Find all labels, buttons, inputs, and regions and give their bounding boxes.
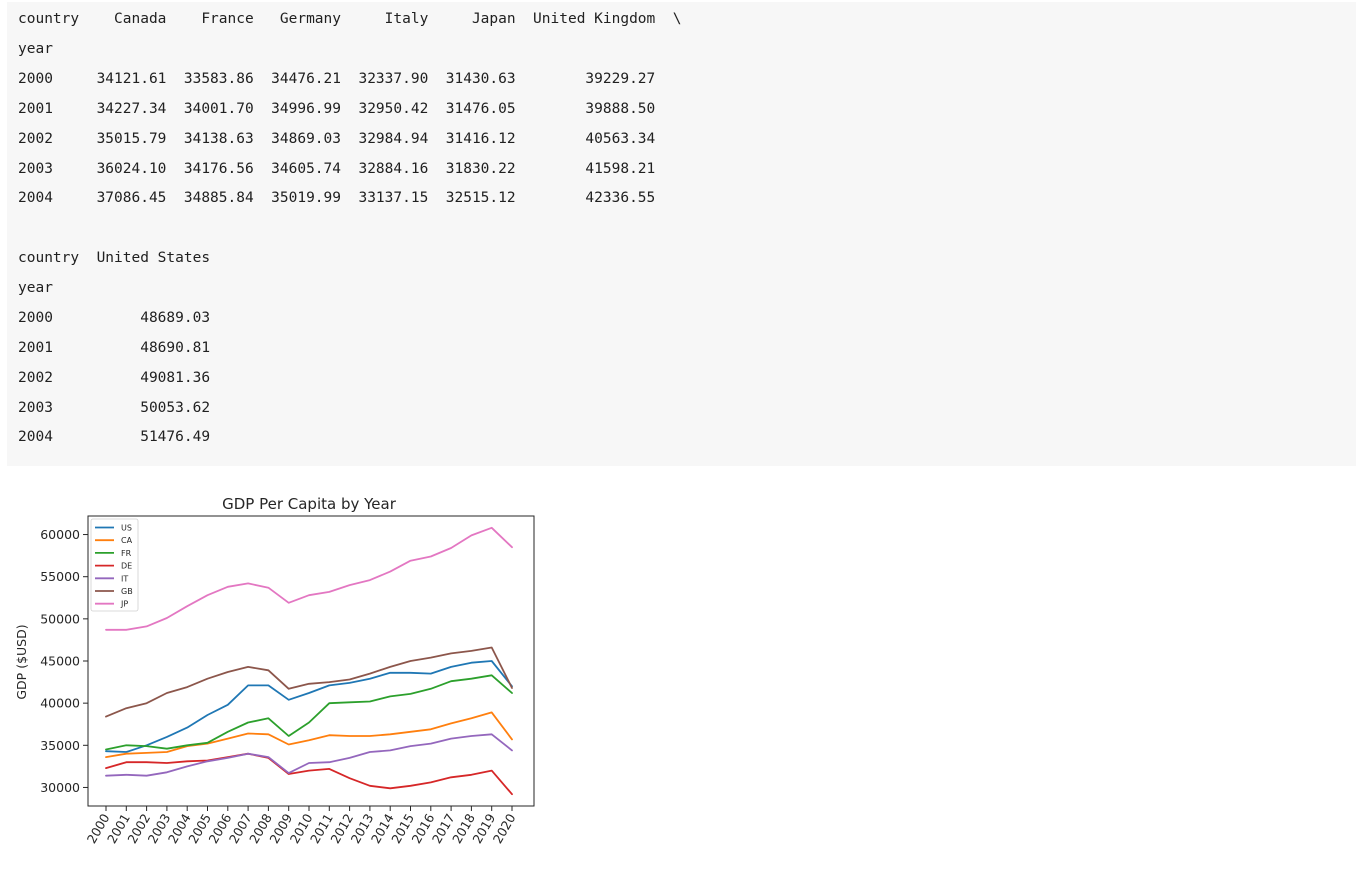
gdp-line-chart: GDP Per Capita by Year GDP ($USD) 30000 3… bbox=[14, 495, 535, 846]
output-line: year bbox=[18, 41, 53, 57]
output-line: 2001 48690.81 bbox=[18, 340, 211, 356]
legend-label: GB bbox=[121, 587, 133, 596]
output-line: country United States bbox=[18, 250, 211, 266]
output-line: 2000 34121.61 33583.86 34476.21 32337.90… bbox=[18, 71, 656, 87]
y-tick-label: 55000 bbox=[40, 569, 80, 584]
y-tick-label: 60000 bbox=[40, 527, 80, 542]
y-axis-label: GDP ($USD) bbox=[14, 624, 29, 699]
series-line-jp bbox=[105, 526, 513, 631]
series-line-ca bbox=[105, 711, 513, 759]
y-tick-label: 45000 bbox=[40, 654, 80, 669]
y-tick-label: 50000 bbox=[40, 611, 80, 626]
output-line: 2003 36024.10 34176.56 34605.74 32884.16… bbox=[18, 161, 656, 177]
legend-label: US bbox=[121, 524, 132, 533]
cell-output-text: country Canada France Germany Italy Japa… bbox=[7, 2, 1356, 466]
legend-label: JP bbox=[120, 600, 128, 609]
output-line: 2002 35015.79 34138.63 34869.03 32984.94… bbox=[18, 131, 656, 147]
chart-output: GDP Per Capita by Year GDP ($USD) 30000 3… bbox=[0, 480, 560, 882]
output-line: 2001 34227.34 34001.70 34996.99 32950.42… bbox=[18, 101, 656, 117]
legend-label: IT bbox=[121, 574, 128, 583]
output-line: 2000 48689.03 bbox=[18, 310, 211, 326]
output-line: 2004 51476.49 bbox=[18, 429, 211, 445]
legend-label: FR bbox=[121, 549, 132, 558]
chart-title: GDP Per Capita by Year bbox=[222, 495, 397, 513]
y-tick-label: 30000 bbox=[40, 780, 80, 795]
output-line: 2003 50053.62 bbox=[18, 400, 211, 416]
series-line-de bbox=[105, 752, 513, 796]
y-tick-label: 35000 bbox=[40, 738, 80, 753]
output-line: 2002 49081.36 bbox=[18, 370, 211, 386]
output-line: country Canada France Germany Italy Japa… bbox=[18, 11, 682, 27]
legend-label: DE bbox=[121, 562, 132, 571]
output-line: 2004 37086.45 34885.84 35019.99 33137.15… bbox=[18, 190, 656, 206]
y-tick-label: 40000 bbox=[40, 696, 80, 711]
output-line: year bbox=[18, 280, 53, 296]
legend-label: CA bbox=[121, 536, 133, 545]
